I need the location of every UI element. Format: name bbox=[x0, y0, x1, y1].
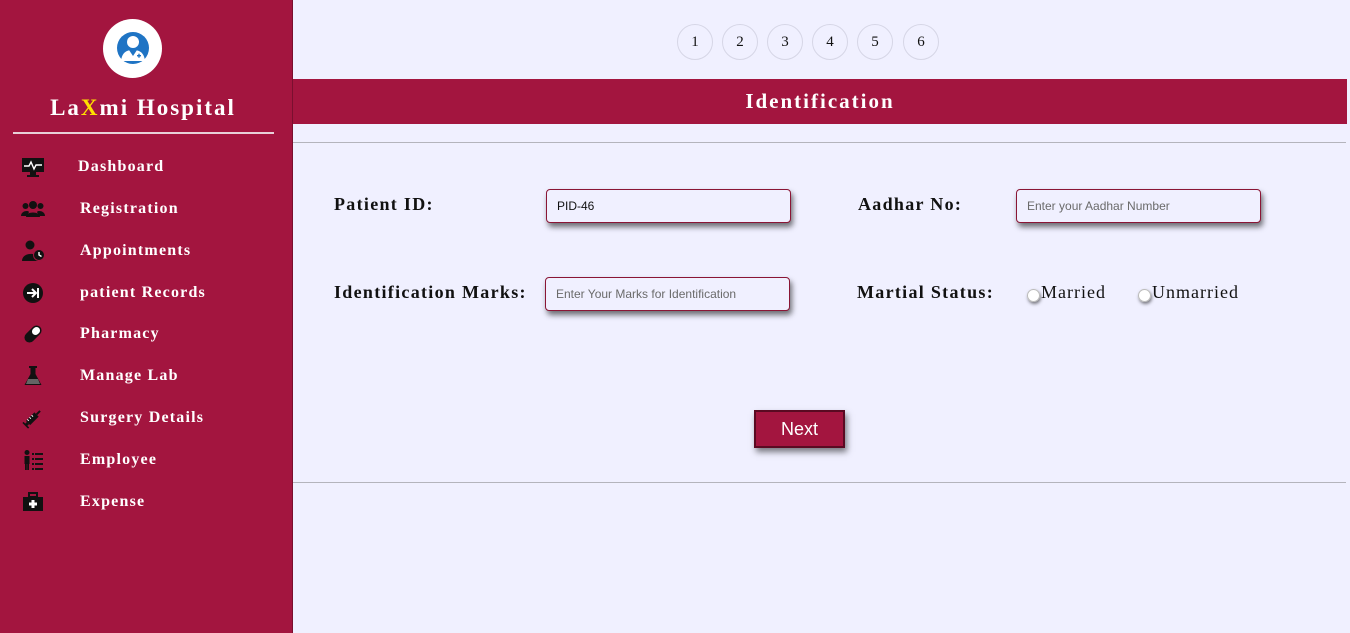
form-top-divider bbox=[293, 142, 1346, 143]
patient-id-label: Patient ID: bbox=[334, 194, 434, 214]
sidebar-item-label: Registration bbox=[80, 200, 179, 217]
step-1[interactable]: 1 bbox=[677, 24, 713, 60]
sidebar-item-employee[interactable]: Employee bbox=[20, 445, 280, 475]
sidebar-item-label: Expense bbox=[80, 493, 146, 510]
marital-status-label: Martial Status: bbox=[857, 282, 994, 302]
identification-marks-field[interactable] bbox=[545, 277, 790, 311]
user-clock-icon bbox=[20, 240, 46, 262]
unmarried-label: Unmarried bbox=[1152, 282, 1239, 302]
monitor-icon bbox=[20, 156, 46, 178]
doctor-icon bbox=[116, 31, 149, 64]
pill-icon bbox=[20, 323, 46, 345]
syringe-icon bbox=[20, 407, 46, 429]
sidebar-item-patient-records[interactable]: patient Records bbox=[20, 278, 280, 308]
unmarried-radio[interactable] bbox=[1138, 289, 1151, 302]
step-4[interactable]: 4 bbox=[812, 24, 848, 60]
brand-divider bbox=[13, 132, 274, 134]
sidebar-item-label: Appointments bbox=[80, 242, 192, 259]
patient-id-field[interactable] bbox=[546, 189, 791, 223]
sidebar-item-manage-lab[interactable]: Manage Lab bbox=[20, 361, 280, 391]
hospital-logo bbox=[103, 19, 162, 78]
aadhar-field[interactable] bbox=[1016, 189, 1261, 223]
sidebar-item-label: Manage Lab bbox=[80, 367, 179, 384]
sidebar-item-label: Dashboard bbox=[78, 158, 165, 175]
employee-list-icon bbox=[20, 449, 46, 471]
next-button[interactable]: Next bbox=[754, 410, 845, 448]
sidebar-item-label: Surgery Details bbox=[80, 409, 205, 426]
section-header: Identification bbox=[293, 79, 1347, 124]
marital-option-unmarried[interactable]: Unmarried bbox=[1138, 282, 1239, 303]
step-2[interactable]: 2 bbox=[722, 24, 758, 60]
sidebar-item-surgery-details[interactable]: Surgery Details bbox=[20, 403, 280, 433]
sidebar-item-registration[interactable]: Registration bbox=[20, 194, 280, 224]
sidebar-item-label: Pharmacy bbox=[80, 325, 160, 342]
sidebar-item-appointments[interactable]: Appointments bbox=[20, 236, 280, 266]
step-5[interactable]: 5 bbox=[857, 24, 893, 60]
marital-option-married[interactable]: Married bbox=[1027, 282, 1106, 303]
section-title: Identification bbox=[745, 89, 895, 113]
briefcase-medical-icon bbox=[20, 491, 46, 513]
flask-icon bbox=[20, 365, 46, 387]
aadhar-label: Aadhar No: bbox=[858, 194, 963, 214]
sidebar-item-label: Employee bbox=[80, 451, 158, 468]
sign-in-icon bbox=[20, 282, 46, 304]
sidebar-item-dashboard[interactable]: Dashboard bbox=[20, 152, 280, 182]
identification-marks-label: Identification Marks: bbox=[334, 282, 527, 302]
step-6[interactable]: 6 bbox=[903, 24, 939, 60]
sidebar: LaXmi Hospital Dashboard Registration Ap… bbox=[0, 0, 293, 633]
form-bottom-divider bbox=[293, 482, 1346, 483]
sidebar-item-label: patient Records bbox=[80, 284, 206, 301]
married-radio[interactable] bbox=[1027, 289, 1040, 302]
sidebar-item-expense[interactable]: Expense bbox=[20, 487, 280, 517]
step-3[interactable]: 3 bbox=[767, 24, 803, 60]
brand-name: LaXmi Hospital bbox=[50, 95, 236, 120]
sidebar-item-pharmacy[interactable]: Pharmacy bbox=[20, 319, 280, 349]
married-label: Married bbox=[1041, 282, 1106, 302]
users-icon bbox=[20, 198, 46, 220]
